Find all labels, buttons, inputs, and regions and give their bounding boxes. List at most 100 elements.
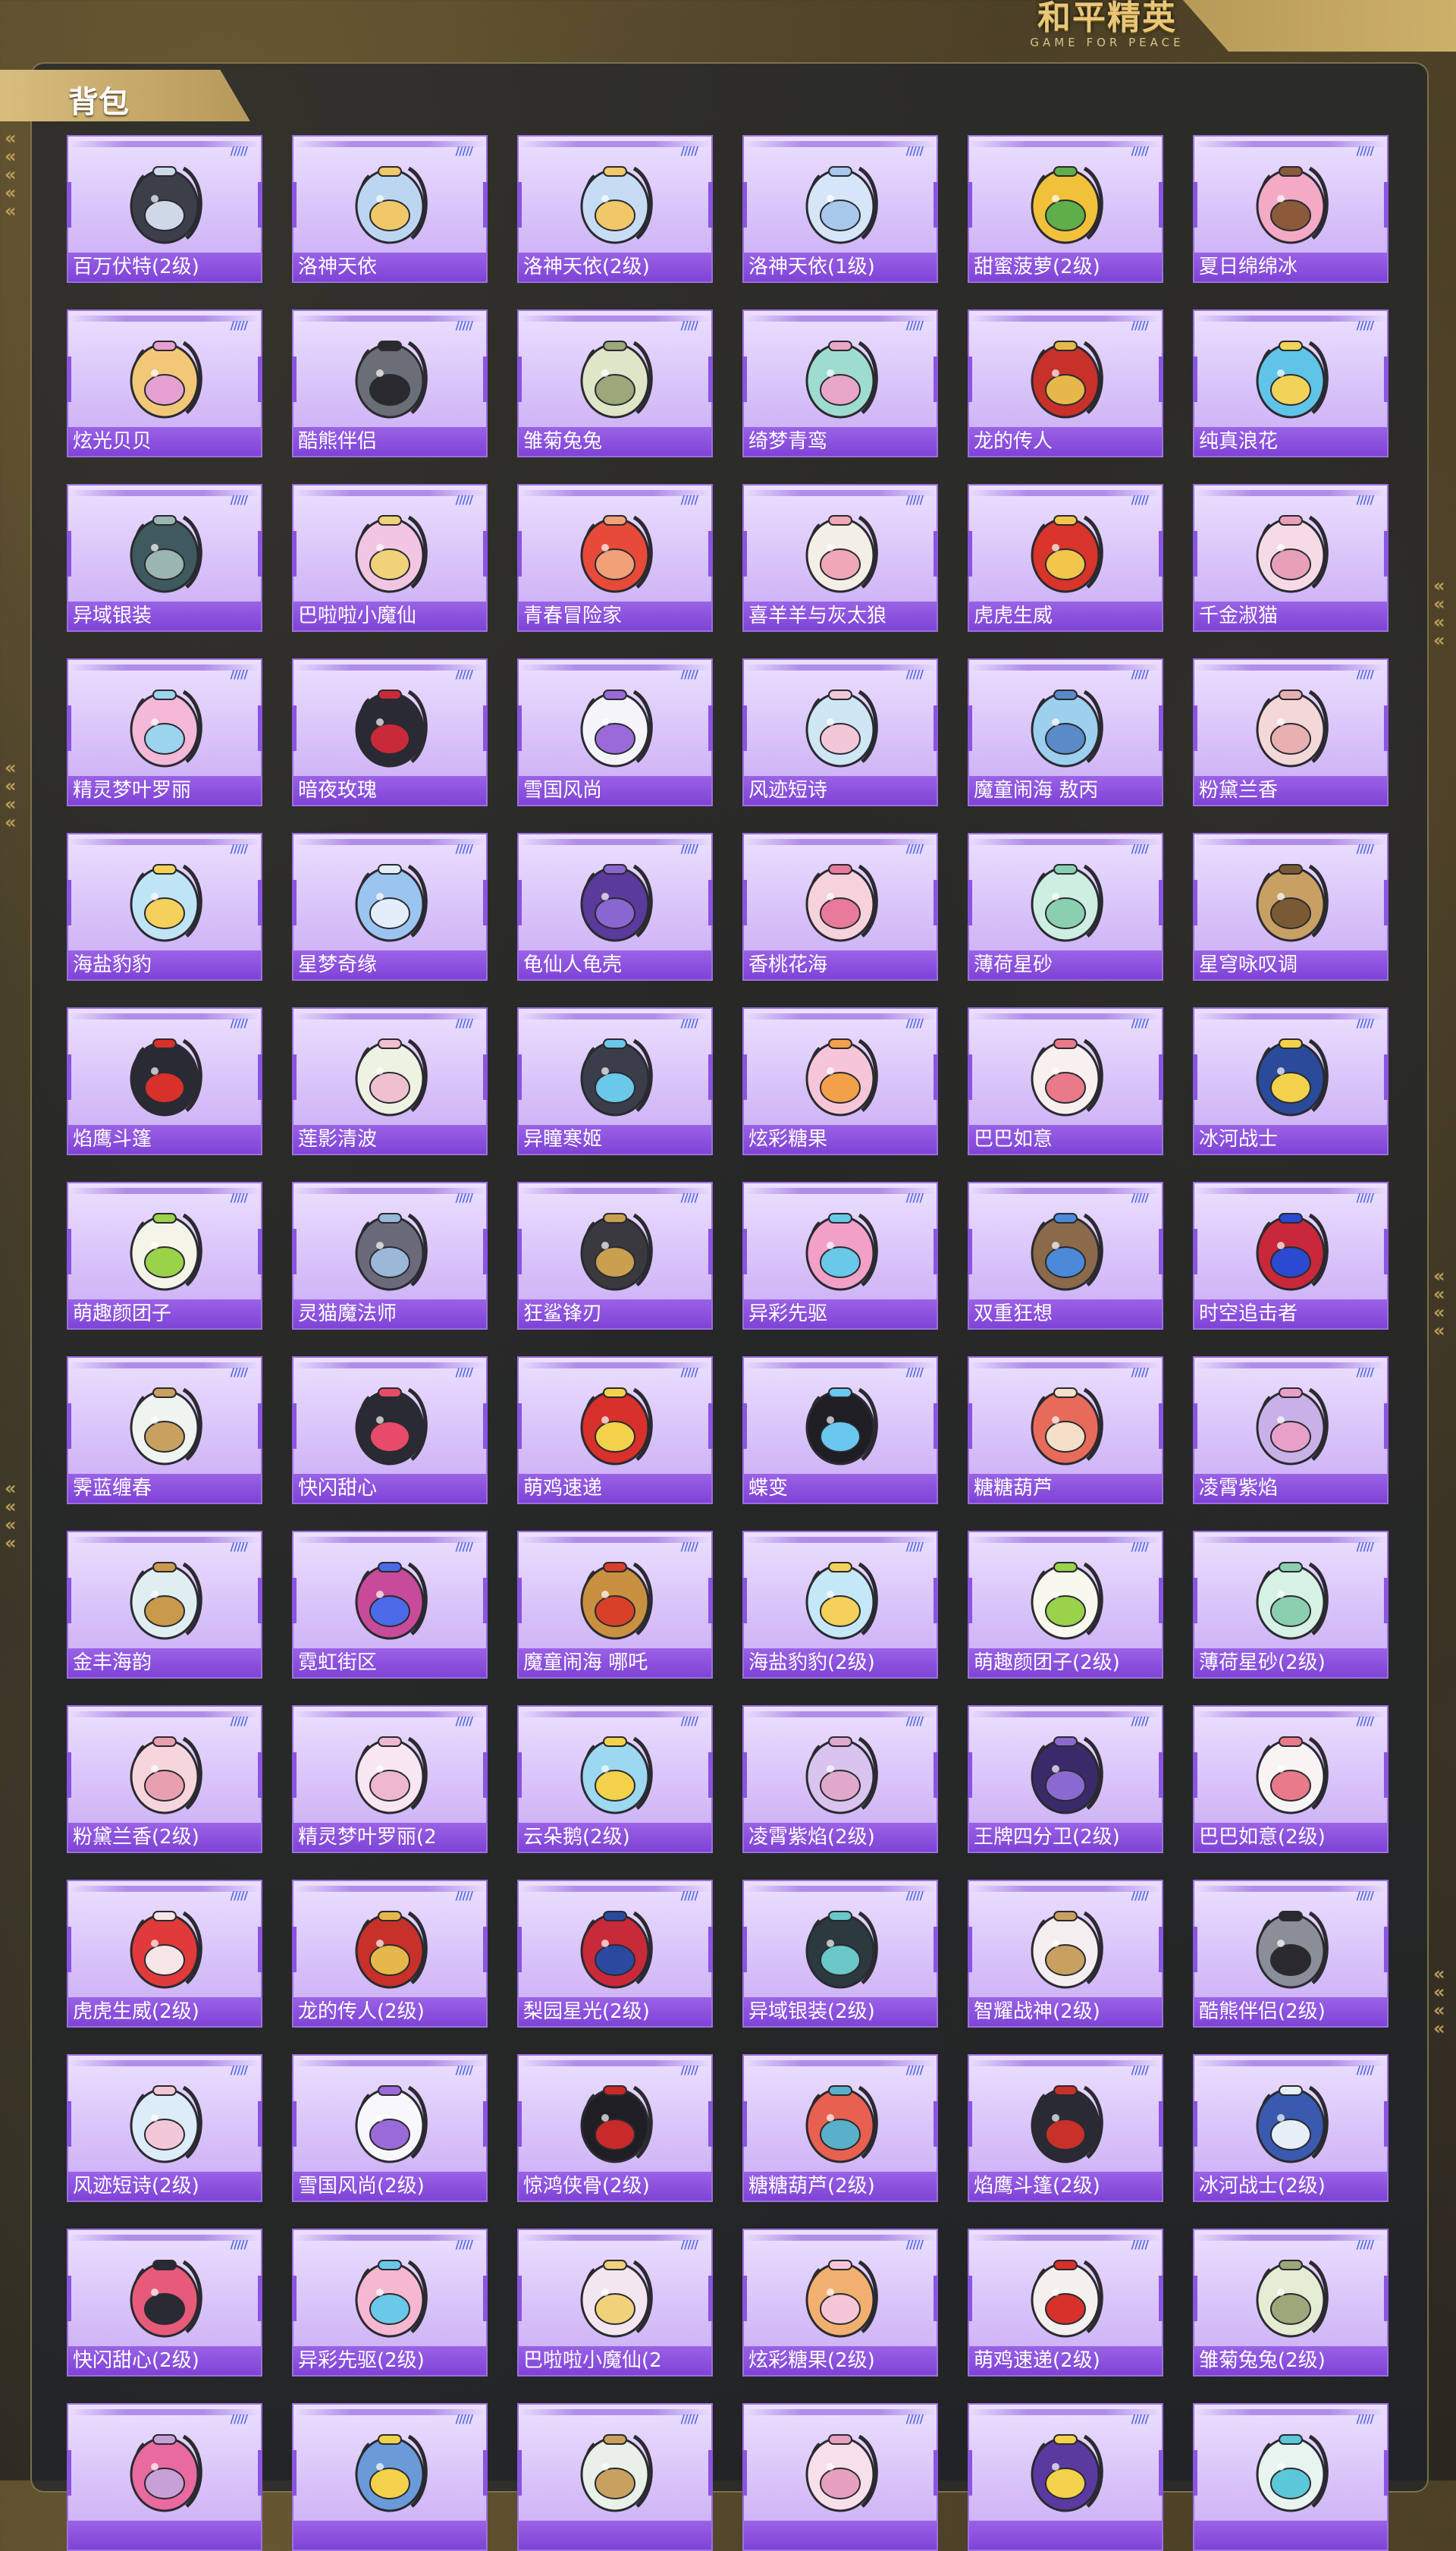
- backpack-item-card[interactable]: ///// 甜蜜菠萝(2级): [968, 135, 1163, 283]
- backpack-item-card[interactable]: ///// 绮梦青鸾: [742, 309, 938, 457]
- backpack-item-card[interactable]: ///// 霁蓝缠春: [67, 1356, 262, 1504]
- backpack-item-card[interactable]: ///// 海盐豹豹(2级): [742, 1531, 938, 1679]
- backpack-item-card[interactable]: ///// 云朵鹅(2级): [517, 1705, 713, 1853]
- backpack-item-card[interactable]: ///// 洛神天依(1级): [742, 135, 938, 283]
- quality-bars-icon: /////: [680, 2063, 698, 2077]
- backpack-item-card[interactable]: ///// 霓虹街区: [292, 1531, 488, 1679]
- backpack-item-card[interactable]: ///// 异域银装: [67, 484, 262, 632]
- backpack-item-card[interactable]: /////: [742, 2403, 938, 2551]
- backpack-item-card[interactable]: ///// 香桃花海: [742, 833, 938, 981]
- backpack-item-card[interactable]: /////: [968, 2403, 1163, 2551]
- backpack-icon: [580, 1911, 653, 1989]
- backpack-item-card[interactable]: ///// 海盐豹豹: [67, 833, 262, 981]
- backpack-item-card[interactable]: ///// 金丰海韵: [67, 1531, 262, 1679]
- item-name: 风迹短诗: [744, 776, 937, 805]
- backpack-icon: [805, 1213, 878, 1291]
- backpack-item-card[interactable]: ///// 炫光贝贝: [67, 309, 262, 457]
- backpack-item-card[interactable]: ///// 萌趣颜团子: [67, 1182, 262, 1330]
- backpack-item-card[interactable]: ///// 异域银装(2级): [742, 1880, 938, 2028]
- backpack-item-card[interactable]: ///// 风迹短诗: [742, 658, 938, 806]
- backpack-icon: [1256, 1038, 1329, 1117]
- backpack-item-card[interactable]: ///// 冰河战士: [1193, 1007, 1389, 1155]
- backpack-item-card[interactable]: ///// 洛神天依(2级): [517, 135, 713, 283]
- item-name: [744, 2521, 937, 2549]
- backpack-item-card[interactable]: ///// 夏日绵绵冰: [1193, 135, 1389, 283]
- backpack-item-card[interactable]: ///// 纯真浪花: [1193, 309, 1389, 457]
- backpack-item-card[interactable]: ///// 青春冒险家: [517, 484, 713, 632]
- backpack-item-card[interactable]: ///// 萌趣颜团子(2级): [968, 1531, 1163, 1679]
- backpack-item-card[interactable]: ///// 萌鸡速递: [517, 1356, 713, 1504]
- card-edge: [968, 2450, 972, 2496]
- backpack-item-card[interactable]: ///// 粉黛兰香: [1193, 658, 1389, 806]
- backpack-item-card[interactable]: ///// 龙的传人: [968, 309, 1163, 457]
- backpack-item-card[interactable]: ///// 魔童闹海 哪吒: [517, 1531, 713, 1679]
- backpack-item-card[interactable]: ///// 龙的传人(2级): [292, 1880, 488, 2028]
- backpack-item-card[interactable]: ///// 惊鸿侠骨(2级): [517, 2054, 713, 2202]
- backpack-item-card[interactable]: ///// 千金淑猫: [1193, 484, 1389, 632]
- backpack-item-card[interactable]: ///// 风迹短诗(2级): [67, 2054, 262, 2202]
- quality-bars-icon: /////: [680, 1714, 698, 1728]
- item-name: 酷熊伴侣(2级): [1194, 1997, 1387, 2026]
- backpack-item-card[interactable]: /////: [517, 2403, 713, 2551]
- backpack-item-card[interactable]: ///// 精灵梦叶罗丽: [67, 658, 262, 806]
- backpack-item-card[interactable]: ///// 暗夜玫瑰: [292, 658, 488, 806]
- backpack-item-card[interactable]: ///// 快闪甜心(2级): [67, 2229, 262, 2377]
- backpack-item-card[interactable]: ///// 巴啦啦小魔仙: [292, 484, 488, 632]
- backpack-item-card[interactable]: ///// 异彩先驱: [742, 1182, 938, 1330]
- backpack-item-card[interactable]: ///// 虎虎生威(2级): [67, 1880, 262, 2028]
- backpack-item-card[interactable]: ///// 炫彩糖果: [742, 1007, 938, 1155]
- backpack-item-card[interactable]: ///// 莲影清波: [292, 1007, 488, 1155]
- backpack-item-card[interactable]: ///// 喜羊羊与灰太狼: [742, 484, 938, 632]
- backpack-item-card[interactable]: ///// 王牌四分卫(2级): [968, 1705, 1163, 1853]
- backpack-item-card[interactable]: /////: [292, 2403, 488, 2551]
- backpack-item-card[interactable]: ///// 巴巴如意(2级): [1193, 1705, 1389, 1853]
- backpack-item-card[interactable]: ///// 焰鹰斗篷: [67, 1007, 262, 1155]
- backpack-item-card[interactable]: ///// 粉黛兰香(2级): [67, 1705, 262, 1853]
- backpack-item-card[interactable]: ///// 酷熊伴侣(2级): [1193, 1880, 1389, 2028]
- backpack-item-card[interactable]: ///// 雏菊兔兔(2级): [1193, 2229, 1389, 2377]
- backpack-item-card[interactable]: ///// 雏菊兔兔: [517, 309, 713, 457]
- backpack-item-card[interactable]: ///// 萌鸡速递(2级): [968, 2229, 1163, 2377]
- backpack-item-card[interactable]: ///// 炫彩糖果(2级): [742, 2229, 938, 2377]
- backpack-item-card[interactable]: ///// 雪国风尚: [517, 658, 713, 806]
- backpack-item-card[interactable]: ///// 智耀战神(2级): [968, 1880, 1163, 2028]
- backpack-item-card[interactable]: ///// 狂鲨锋刃: [517, 1182, 713, 1330]
- quality-bars-icon: /////: [680, 842, 698, 856]
- backpack-item-card[interactable]: ///// 焰鹰斗篷(2级): [968, 2054, 1163, 2202]
- backpack-item-card[interactable]: ///// 快闪甜心: [292, 1356, 488, 1504]
- backpack-item-card[interactable]: ///// 薄荷星砂(2级): [1193, 1531, 1389, 1679]
- backpack-item-card[interactable]: ///// 冰河战士(2级): [1193, 2054, 1389, 2202]
- backpack-item-card[interactable]: ///// 酷熊伴侣: [292, 309, 488, 457]
- backpack-item-card[interactable]: ///// 巴啦啦小魔仙(2: [517, 2229, 713, 2377]
- backpack-item-card[interactable]: ///// 巴巴如意: [968, 1007, 1163, 1155]
- quality-bars-icon: /////: [905, 1540, 924, 1554]
- backpack-item-card[interactable]: ///// 星梦奇缘: [292, 833, 488, 981]
- backpack-item-card[interactable]: ///// 魔童闹海 敖丙: [968, 658, 1163, 806]
- backpack-item-card[interactable]: ///// 洛神天依: [292, 135, 488, 283]
- backpack-item-card[interactable]: ///// 精灵梦叶罗丽(2: [292, 1705, 488, 1853]
- backpack-item-card[interactable]: /////: [1193, 2403, 1389, 2551]
- backpack-item-card[interactable]: ///// 糖糖葫芦: [968, 1356, 1163, 1504]
- backpack-item-card[interactable]: ///// 时空追击者: [1193, 1182, 1389, 1330]
- backpack-item-card[interactable]: ///// 虎虎生威: [968, 484, 1163, 632]
- backpack-item-card[interactable]: ///// 双重狂想: [968, 1182, 1163, 1330]
- backpack-item-card[interactable]: ///// 梨园星光(2级): [517, 1880, 713, 2028]
- backpack-item-card[interactable]: ///// 灵猫魔法师: [292, 1182, 488, 1330]
- backpack-icon: [1256, 1911, 1329, 1989]
- card-edge: [517, 880, 522, 925]
- backpack-item-card[interactable]: ///// 凌霄紫焰: [1193, 1356, 1389, 1504]
- backpack-item-card[interactable]: ///// 糖糖葫芦(2级): [742, 2054, 938, 2202]
- backpack-item-card[interactable]: ///// 异彩先驱(2级): [292, 2229, 488, 2377]
- backpack-item-card[interactable]: ///// 异瞳寒姬: [517, 1007, 713, 1155]
- card-edge: [67, 2101, 71, 2147]
- backpack-item-card[interactable]: ///// 薄荷星砂: [968, 833, 1163, 981]
- backpack-item-card[interactable]: ///// 蝶变: [742, 1356, 938, 1504]
- backpack-item-card[interactable]: ///// 凌霄紫焰(2级): [742, 1705, 938, 1853]
- backpack-item-card[interactable]: ///// 星穹咏叹调: [1193, 833, 1389, 981]
- backpack-item-card[interactable]: ///// 雪国风尚(2级): [292, 2054, 488, 2202]
- item-name: [969, 2521, 1162, 2549]
- backpack-item-card[interactable]: ///// 龟仙人龟壳: [517, 833, 713, 981]
- backpack-item-card[interactable]: /////: [67, 2403, 262, 2551]
- backpack-item-card[interactable]: ///// 百万伏特(2级): [67, 135, 262, 283]
- card-edge: [708, 1054, 713, 1100]
